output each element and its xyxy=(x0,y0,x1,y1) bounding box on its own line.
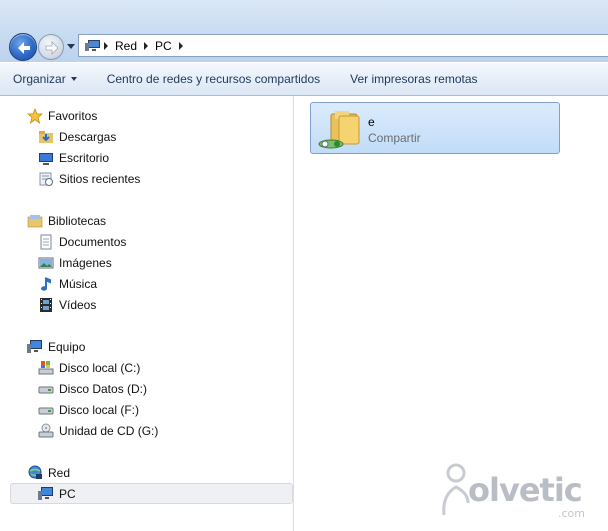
breadcrumb-separator-icon[interactable] xyxy=(144,41,149,50)
network-icon xyxy=(27,465,43,481)
computer-icon xyxy=(27,339,43,355)
nav-libraries[interactable]: Bibliotecas xyxy=(27,211,106,231)
shared-folder-item[interactable]: e Compartir xyxy=(310,102,560,154)
shared-folder-name: e xyxy=(368,115,375,129)
network-computer-icon xyxy=(38,486,54,502)
shared-folder-type: Compartir xyxy=(368,131,421,145)
nav-item-label: Disco local (C:) xyxy=(59,361,141,375)
video-film-icon xyxy=(38,297,54,313)
nav-item-descargas[interactable]: Descargas xyxy=(38,127,116,147)
network-center-button[interactable]: Centro de redes y recursos compartidos xyxy=(107,72,320,86)
shared-folder-icon xyxy=(318,111,360,149)
nav-favorites-label: Favoritos xyxy=(48,109,98,123)
arrow-right-icon xyxy=(45,41,59,55)
nav-item-documentos[interactable]: Documentos xyxy=(38,232,126,252)
breadcrumb-separator-icon[interactable] xyxy=(178,41,183,50)
nav-favorites[interactable]: Favoritos xyxy=(26,106,98,126)
command-bar: Organizar Centro de redes y recursos com… xyxy=(0,62,608,96)
nav-item-disk-c[interactable]: Disco local (C:) xyxy=(38,358,140,378)
nav-computer[interactable]: Equipo xyxy=(27,337,85,357)
documents-icon xyxy=(38,234,54,250)
nav-item-label: Imágenes xyxy=(59,256,112,270)
breadcrumb-red[interactable]: Red xyxy=(115,39,137,53)
nav-item-cd-g[interactable]: Unidad de CD (G:) xyxy=(38,421,158,441)
watermark-logo: olvetic .com xyxy=(438,463,588,523)
nav-item-label: Disco Datos (D:) xyxy=(59,382,148,396)
window-header: Red PC xyxy=(0,0,608,62)
nav-item-label: Música xyxy=(59,277,98,291)
pictures-icon xyxy=(38,255,54,271)
organize-menu[interactable]: Organizar xyxy=(13,72,77,86)
recent-places-icon xyxy=(38,171,54,187)
nav-item-label: Sitios recientes xyxy=(59,172,141,186)
nav-item-label: Disco local (F:) xyxy=(59,403,140,417)
nav-item-label: Vídeos xyxy=(59,298,97,312)
network-computer-icon xyxy=(85,39,101,53)
back-button[interactable] xyxy=(9,33,37,61)
organize-label: Organizar xyxy=(13,72,66,86)
nav-item-disk-d[interactable]: Disco Datos (D:) xyxy=(38,379,147,399)
windows-drive-icon xyxy=(38,360,54,376)
nav-item-label: PC xyxy=(59,487,76,501)
remote-printers-label: Ver impresoras remotas xyxy=(350,72,478,86)
arrow-left-icon xyxy=(18,42,30,54)
cd-drive-icon xyxy=(38,423,54,439)
nav-item-disk-f[interactable]: Disco local (F:) xyxy=(38,400,139,420)
nav-item-label: Descargas xyxy=(59,130,117,144)
nav-computer-label: Equipo xyxy=(48,340,86,354)
nav-item-label: Escritorio xyxy=(59,151,110,165)
nav-item-label: Documentos xyxy=(59,235,127,249)
chevron-down-icon xyxy=(70,77,77,81)
watermark-text: olvetic xyxy=(468,471,583,509)
person-logo-icon xyxy=(442,463,470,516)
libraries-icon xyxy=(27,213,43,229)
breadcrumb-pc[interactable]: PC xyxy=(155,39,172,53)
nav-item-label: Unidad de CD (G:) xyxy=(59,424,159,438)
nav-item-videos[interactable]: Vídeos xyxy=(38,295,96,315)
address-bar[interactable]: Red PC xyxy=(78,34,608,57)
desktop-icon xyxy=(38,150,54,166)
nav-item-imagenes[interactable]: Imágenes xyxy=(38,253,112,273)
navigation-pane: Favoritos Descargas Escritorio Sitios re… xyxy=(0,96,294,531)
nav-libraries-label: Bibliotecas xyxy=(48,214,107,228)
nav-network-label: Red xyxy=(48,466,71,480)
nav-item-sitios-recientes[interactable]: Sitios recientes xyxy=(38,169,140,189)
nav-item-escritorio[interactable]: Escritorio xyxy=(38,148,109,168)
history-dropdown-icon[interactable] xyxy=(67,42,75,50)
nav-item-pc[interactable]: PC xyxy=(38,484,76,504)
hard-drive-icon xyxy=(38,402,54,418)
music-note-icon xyxy=(38,276,54,292)
star-icon xyxy=(26,107,44,125)
watermark-domain: .com xyxy=(558,507,585,520)
breadcrumb-separator-icon[interactable] xyxy=(104,41,108,50)
downloads-folder-icon xyxy=(38,129,54,145)
remote-printers-button[interactable]: Ver impresoras remotas xyxy=(350,72,477,86)
network-center-label: Centro de redes y recursos compartidos xyxy=(106,72,321,86)
forward-button[interactable] xyxy=(38,34,64,60)
nav-network[interactable]: Red xyxy=(27,463,70,483)
hard-drive-icon xyxy=(38,381,54,397)
nav-item-musica[interactable]: Música xyxy=(38,274,97,294)
